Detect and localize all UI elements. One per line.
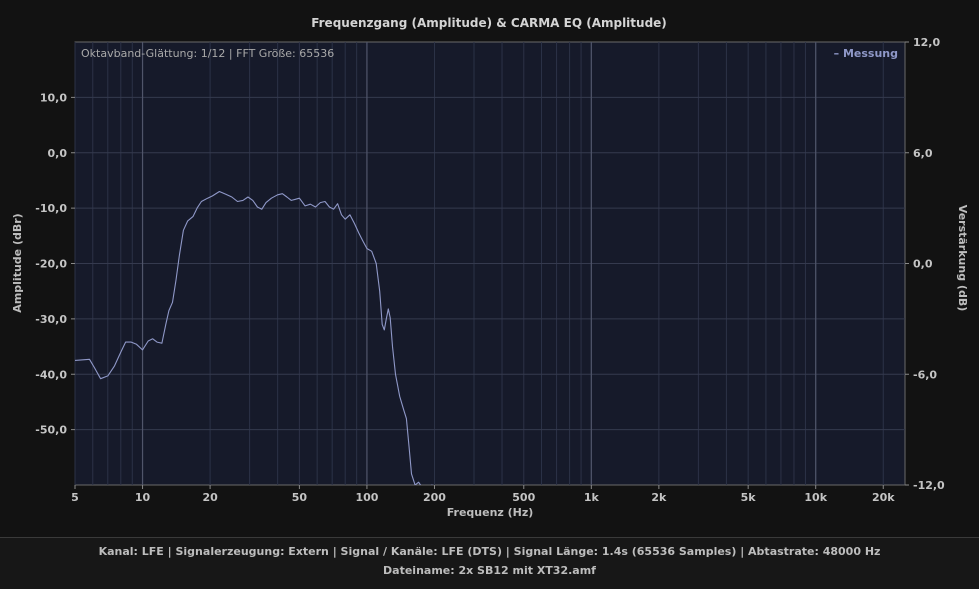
y-tick-label: -20,0 bbox=[35, 258, 67, 271]
y2-tick-label: 0,0 bbox=[913, 258, 933, 271]
x-tick-label: 1k bbox=[584, 491, 600, 504]
x-axis-ticks: 5 10 20 50 100 200 500 1k 2k 5k 10k 20k bbox=[71, 485, 895, 504]
x-tick-label: 500 bbox=[512, 491, 535, 504]
footer-filename: Dateiname: 2x SB12 mit XT32.amf bbox=[383, 564, 596, 577]
x-tick-label: 20k bbox=[872, 491, 895, 504]
y-axis-ticks: 10,0 0,0 -10,0 -20,0 -30,0 -40,0 -50,0 bbox=[35, 91, 75, 437]
x-tick-label: 2k bbox=[651, 491, 667, 504]
status-footer: Kanal: LFE | Signalerzeugung: Extern | S… bbox=[0, 537, 979, 589]
y-axis-label: Amplitude (dBr) bbox=[11, 213, 24, 312]
y-tick-label: -10,0 bbox=[35, 202, 67, 215]
y-tick-label: -50,0 bbox=[35, 424, 67, 437]
y-tick-label: 10,0 bbox=[40, 91, 67, 104]
y-tick-label: 0,0 bbox=[48, 147, 68, 160]
frequency-response-chart: Frequenzgang (Amplitude) & CARMA EQ (Amp… bbox=[11, 16, 969, 519]
y-tick-label: -40,0 bbox=[35, 368, 67, 381]
x-axis-label: Frequenz (Hz) bbox=[447, 506, 534, 519]
x-tick-label: 100 bbox=[355, 491, 378, 504]
info-text: Oktavband-Glättung: 1/12 | FFT Größe: 65… bbox=[81, 47, 334, 60]
y2-tick-label: 6,0 bbox=[913, 147, 933, 160]
x-tick-label: 10 bbox=[135, 491, 151, 504]
x-tick-label: 50 bbox=[292, 491, 308, 504]
footer-info-line: Kanal: LFE | Signalerzeugung: Extern | S… bbox=[98, 545, 881, 558]
y2-tick-label: 12,0 bbox=[913, 36, 940, 49]
y2-tick-label: -6,0 bbox=[913, 368, 937, 381]
legend-entry-messung[interactable]: – Messung bbox=[834, 47, 898, 60]
x-tick-label: 200 bbox=[423, 491, 446, 504]
y2-axis-label: Verstärkung (dB) bbox=[956, 205, 969, 311]
x-tick-label: 5k bbox=[741, 491, 757, 504]
chart-title: Frequenzgang (Amplitude) & CARMA EQ (Amp… bbox=[311, 16, 667, 30]
x-tick-label: 10k bbox=[804, 491, 827, 504]
y2-axis-ticks: 12,0 6,0 0,0 -6,0 -12,0 bbox=[905, 36, 945, 492]
y2-tick-label: -12,0 bbox=[913, 479, 945, 492]
x-tick-label: 20 bbox=[202, 491, 218, 504]
x-tick-label: 5 bbox=[71, 491, 79, 504]
y-tick-label: -30,0 bbox=[35, 313, 67, 326]
